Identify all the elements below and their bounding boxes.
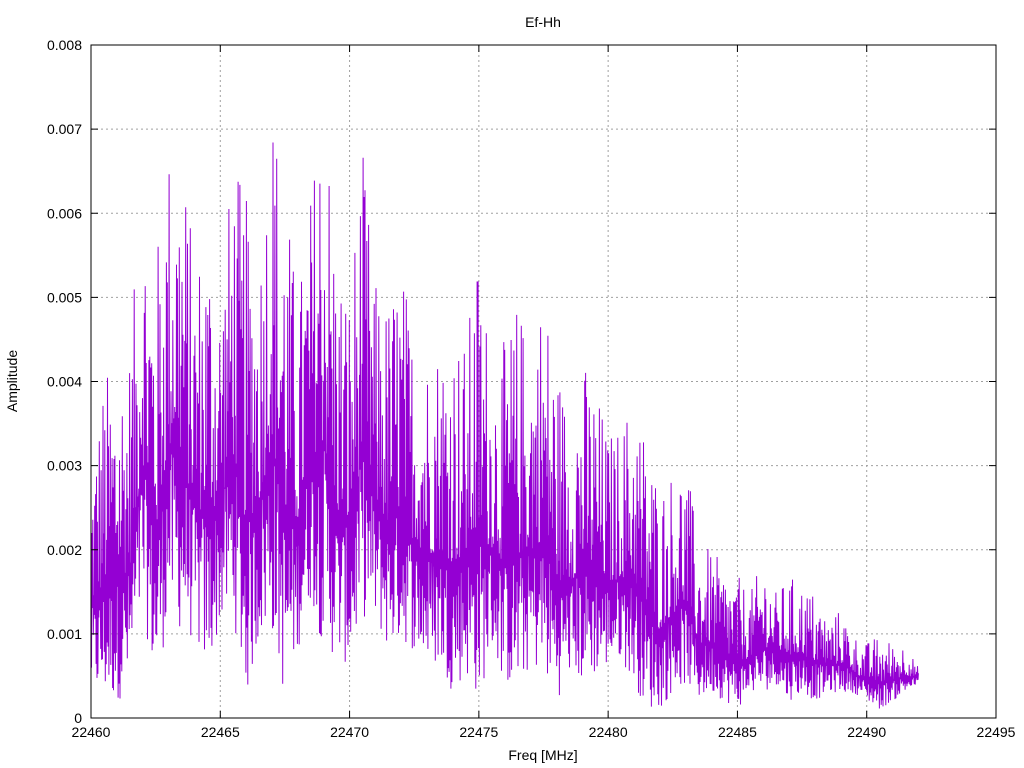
y-tick-label: 0.001 [47, 626, 82, 642]
x-tick-label: 22465 [201, 724, 240, 740]
y-tick-label: 0.005 [47, 289, 82, 305]
x-axis-title: Freq [MHz] [508, 747, 577, 763]
x-tick-label: 22495 [977, 724, 1016, 740]
series-line [90, 142, 919, 709]
x-tick-label: 22480 [589, 724, 628, 740]
x-tick-label: 22485 [718, 724, 757, 740]
y-tick-label: 0.007 [47, 121, 82, 137]
y-tick-label: 0.006 [47, 205, 82, 221]
y-tick-label: 0.003 [47, 458, 82, 474]
x-tick-label: 22460 [72, 724, 111, 740]
y-tick-label: 0.008 [47, 37, 82, 53]
series-layer [90, 142, 919, 709]
chart-title: Ef-Hh [525, 14, 561, 30]
y-tick-label: 0.004 [47, 374, 82, 390]
x-tick-label: 22475 [459, 724, 498, 740]
chart-svg: 22460 22465 22470 22475 22480 22485 22490 22495… [4, 14, 1016, 763]
y-tick-label: 0.002 [47, 542, 82, 558]
y-axis-title: Amplitude [4, 350, 20, 412]
x-tick-label: 22490 [847, 724, 886, 740]
x-tick-label: 22470 [330, 724, 369, 740]
ticks: 22460 22465 22470 22475 22480 22485 22490 22495… [47, 37, 1016, 740]
y-tick-label: 0 [74, 710, 82, 726]
chart-container: 22460 22465 22470 22475 22480 22485 22490 22495… [0, 0, 1024, 768]
